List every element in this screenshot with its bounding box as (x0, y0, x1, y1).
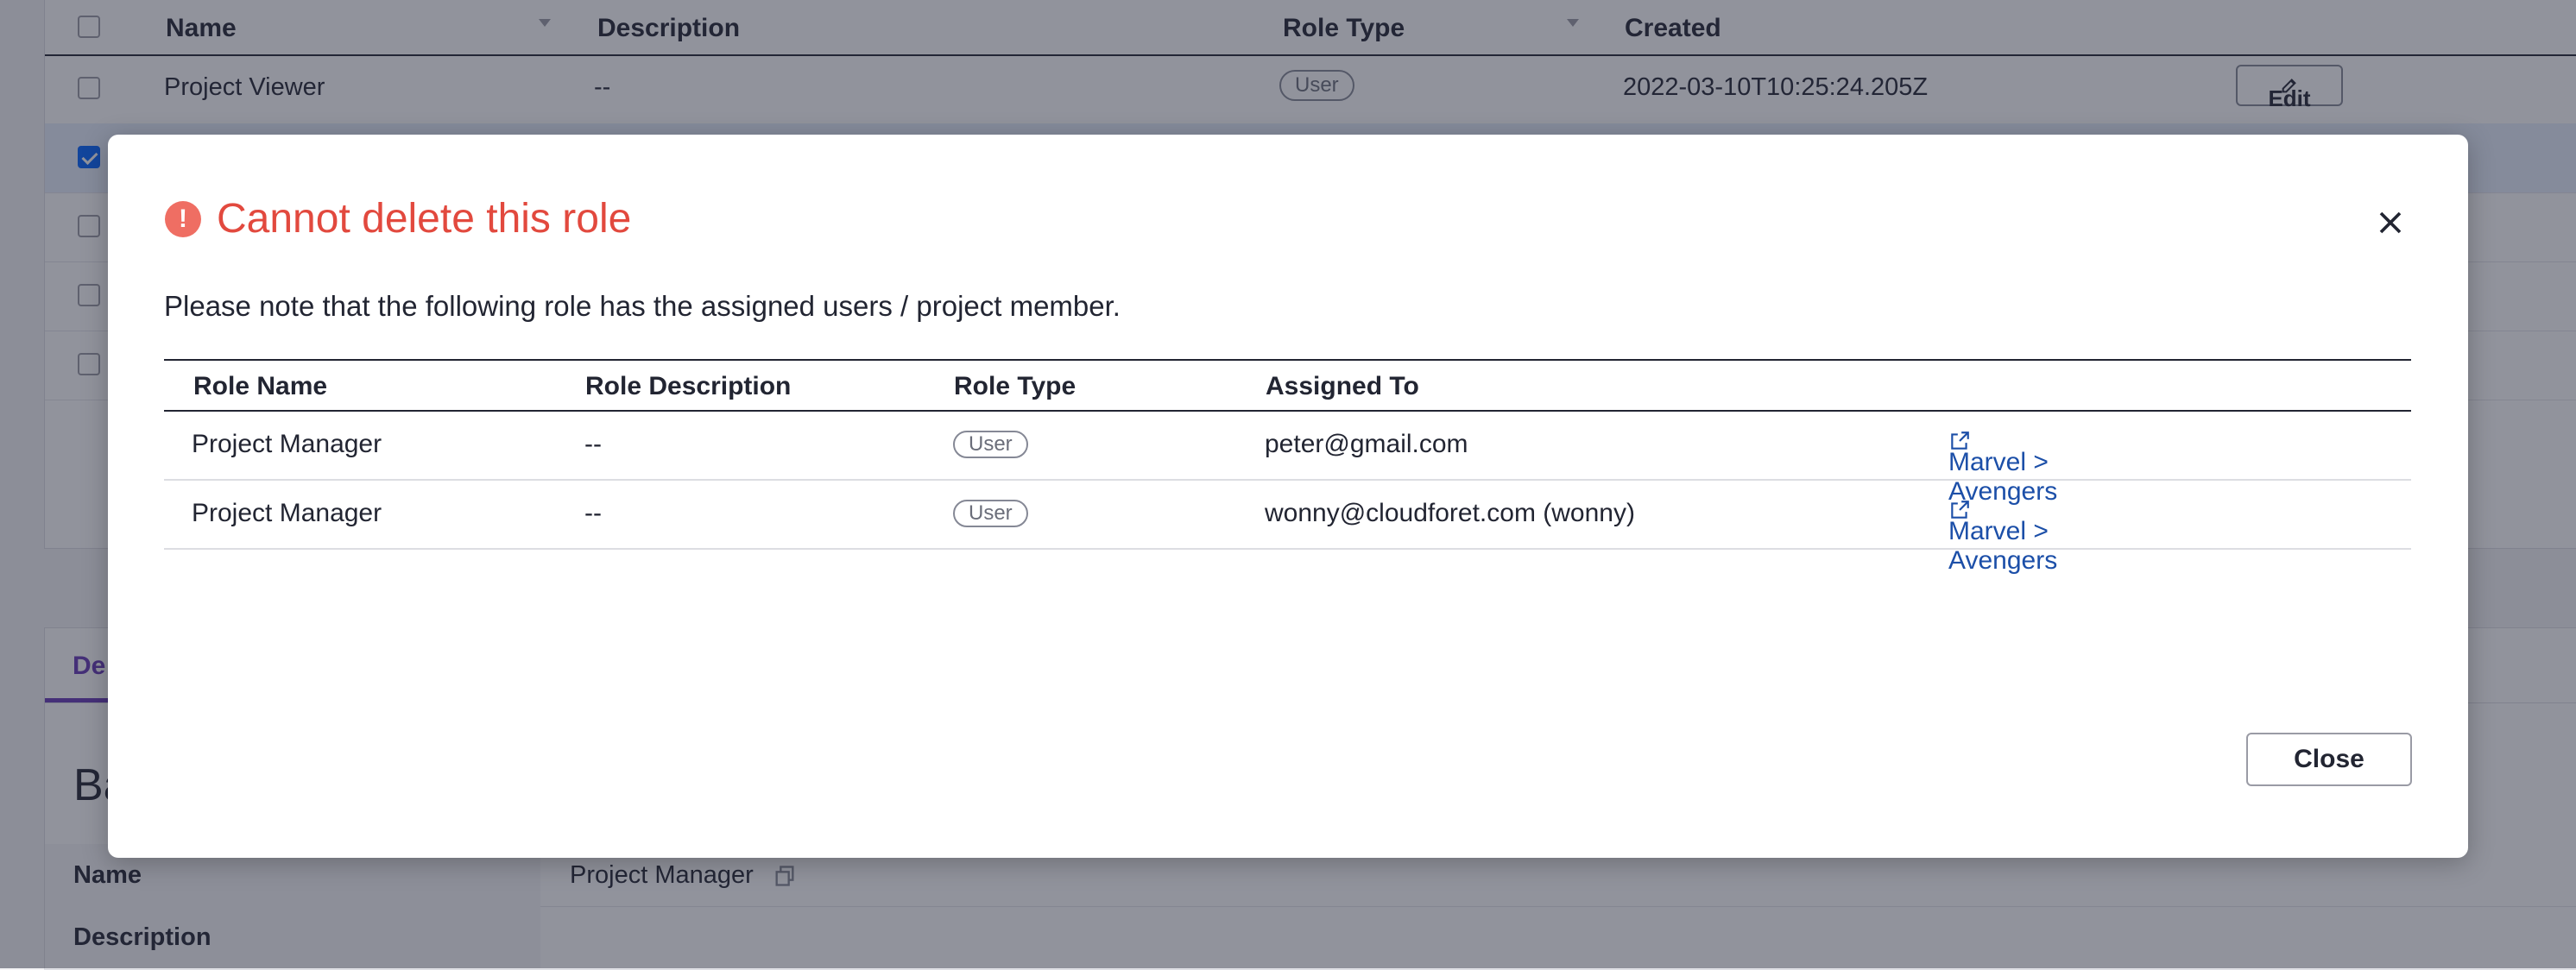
role-name: Project Manager (192, 430, 382, 458)
column-header-assigned-to: Assigned To (1266, 372, 1419, 400)
modal-title: ! Cannot delete this role (165, 195, 631, 243)
table-row: Project Manager -- User wonny@cloudforet… (164, 481, 2411, 575)
role-type-badge: User (953, 500, 1028, 527)
delete-role-modal: ! Cannot delete this role Please note th… (108, 135, 2468, 858)
close-icon[interactable] (2371, 204, 2409, 242)
role-type-badge: User (953, 431, 1028, 458)
assigned-table-header: Role Name Role Description Role Type Ass… (164, 359, 2411, 412)
role-name: Project Manager (192, 499, 382, 527)
alert-circle-icon: ! (165, 200, 201, 237)
modal-description: Please note that the following role has … (164, 290, 1121, 322)
assigned-to: peter@gmail.com (1265, 430, 1468, 458)
table-row: Project Manager -- User peter@gmail.com … (164, 412, 2411, 506)
project-link[interactable]: Marvel > Avengers (1948, 499, 2057, 575)
project-link[interactable]: Marvel > Avengers (1948, 430, 2057, 506)
role-description: -- (584, 499, 602, 527)
modal-title-text: Cannot delete this role (217, 196, 632, 242)
column-header-role-name: Role Name (193, 372, 328, 400)
column-header-role-description: Role Description (585, 372, 792, 400)
close-button[interactable]: Close (2246, 733, 2412, 786)
role-description: -- (584, 430, 602, 458)
assigned-to: wonny@cloudforet.com (wonny) (1265, 499, 1635, 527)
column-header-role-type: Role Type (954, 372, 1076, 400)
